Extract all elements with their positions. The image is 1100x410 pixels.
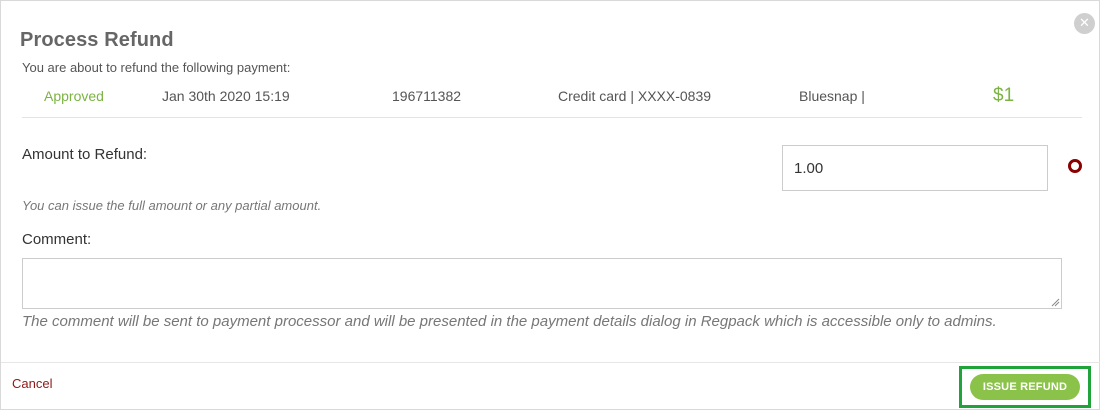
- close-icon[interactable]: ✕: [1074, 13, 1095, 34]
- issue-refund-highlight: ISSUE REFUND: [959, 366, 1091, 408]
- payment-id: 196711382: [392, 88, 462, 104]
- payment-amount: $1: [993, 85, 1015, 106]
- payment-gateway: Bluesnap |: [799, 88, 865, 104]
- issue-refund-button[interactable]: ISSUE REFUND: [970, 374, 1080, 400]
- divider: [22, 117, 1082, 118]
- amount-to-refund-input[interactable]: [782, 145, 1048, 191]
- amount-to-refund-label: Amount to Refund:: [22, 146, 148, 163]
- payment-date: Jan 30th 2020 15:19: [162, 88, 290, 104]
- payment-status: Approved: [44, 88, 104, 104]
- payment-row: Approved Jan 30th 2020 15:19 196711382 C…: [1, 85, 1100, 109]
- payment-method: Credit card | XXXX-0839: [558, 88, 712, 104]
- footer-divider: [1, 362, 1100, 363]
- resize-handle-icon[interactable]: [1050, 297, 1060, 307]
- refund-dialog: ✕ Process Refund You are about to refund…: [0, 0, 1100, 410]
- comment-textarea[interactable]: [22, 258, 1062, 309]
- dialog-title: Process Refund: [20, 29, 174, 51]
- amount-hint: You can issue the full amount or any par…: [22, 198, 322, 213]
- dialog-subtitle: You are about to refund the following pa…: [22, 60, 291, 75]
- comment-hint: The comment will be sent to payment proc…: [22, 313, 997, 330]
- comment-label: Comment:: [22, 231, 92, 248]
- cancel-button[interactable]: Cancel: [12, 376, 52, 391]
- required-indicator-icon: [1068, 159, 1082, 173]
